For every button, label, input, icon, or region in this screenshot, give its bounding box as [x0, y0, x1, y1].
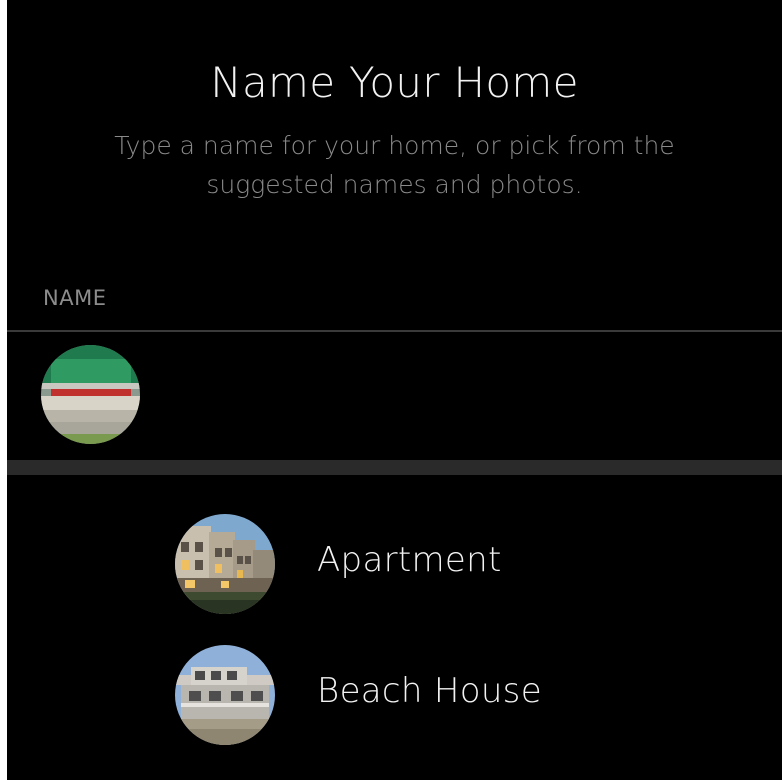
name-row	[7, 332, 782, 460]
section-separator	[7, 460, 782, 475]
page-subtitle: Type a name for your home, or pick from …	[114, 131, 675, 199]
home-photo-icon[interactable]	[41, 345, 140, 444]
name-your-home-screen: Name Your Home Type a name for your home…	[7, 0, 782, 780]
apartment-photo-icon	[175, 514, 275, 614]
home-name-input[interactable]	[167, 362, 761, 424]
page-title: Name Your Home	[210, 58, 579, 107]
suggestion-apartment[interactable]: Apartment	[7, 514, 782, 618]
name-section-label: NAME	[43, 286, 107, 310]
suggestion-beach-house[interactable]: Beach House	[7, 645, 782, 749]
suggestion-label: Apartment	[317, 540, 502, 580]
beach-house-photo-icon	[175, 645, 275, 745]
suggestion-label: Beach House	[317, 671, 542, 711]
